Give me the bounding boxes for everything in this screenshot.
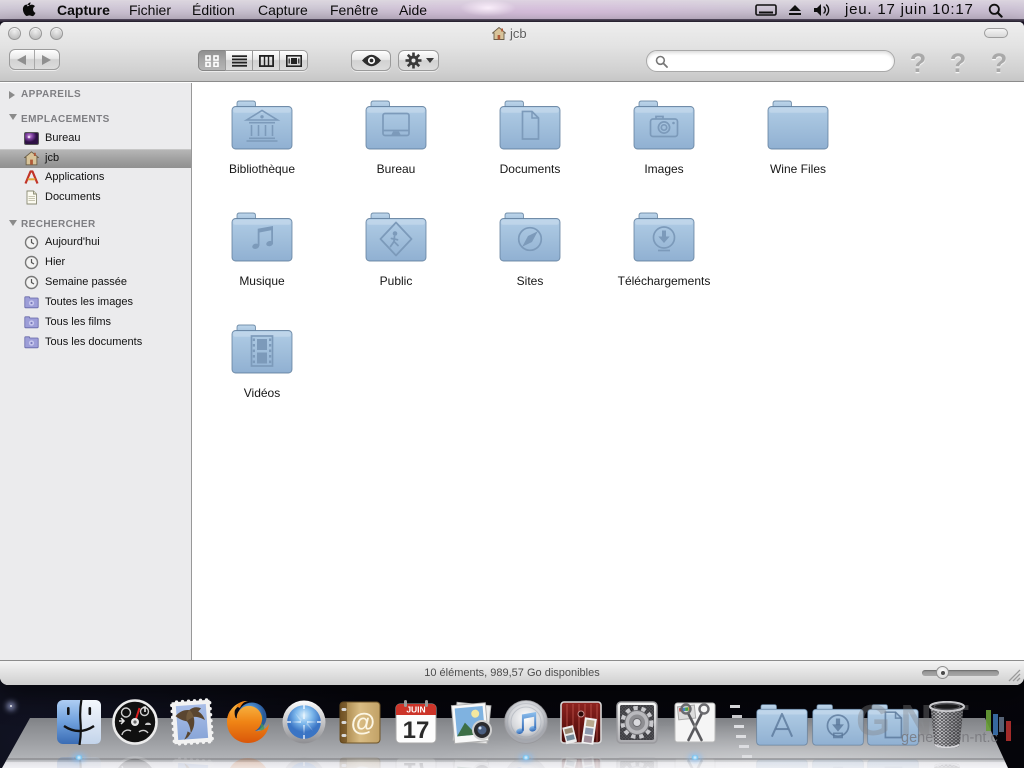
svg-text:JUIN: JUIN [406,705,425,715]
svg-text:17: 17 [403,717,430,744]
svg-text:@: @ [351,709,375,737]
